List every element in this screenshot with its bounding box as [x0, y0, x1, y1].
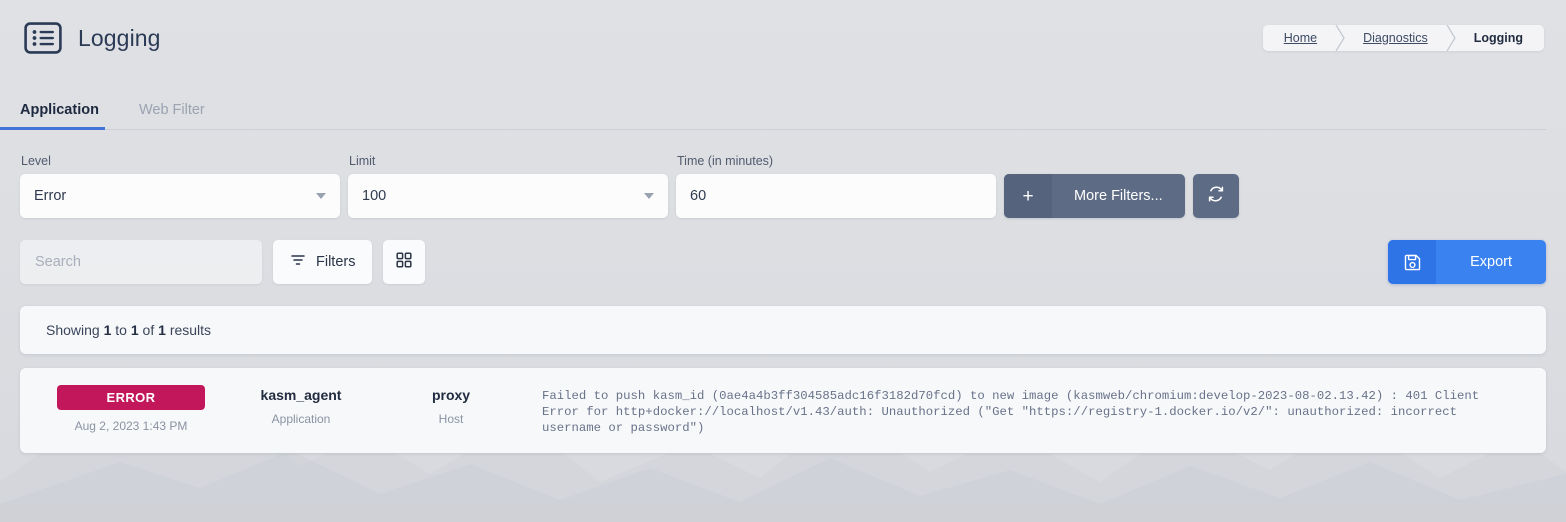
export-button[interactable]: Export [1388, 240, 1546, 284]
results-of: of [142, 322, 155, 338]
refresh-button[interactable] [1192, 174, 1239, 218]
results-mid: to [115, 322, 127, 338]
log-host-label: Host [438, 412, 464, 426]
list-icon [24, 22, 62, 54]
time-value: 60 [690, 188, 707, 204]
log-application-label: Application [271, 412, 331, 426]
results-total: 1 [158, 322, 166, 338]
table-toolbar: Filters Export [0, 218, 1566, 284]
log-application-cell: kasm_agent Application [226, 382, 376, 426]
log-level-cell: ERROR Aug 2, 2023 1:43 PM [36, 382, 226, 433]
breadcrumb-item-diagnostics[interactable]: Diagnostics [1346, 25, 1445, 51]
limit-label: Limit [349, 154, 376, 168]
level-value: Error [34, 188, 67, 204]
log-host-value: proxy [431, 387, 471, 403]
time-label: Time (in minutes) [677, 154, 774, 168]
breadcrumb-item-logging[interactable]: Logging [1457, 25, 1540, 51]
filter-controls: Level Error Limit 100 Time (in minutes) … [0, 130, 1566, 218]
log-application-value: kasm_agent [260, 387, 342, 403]
columns-button[interactable] [383, 240, 426, 284]
tab-application[interactable]: Application [0, 102, 121, 130]
page-header: Logging Home Diagnostics Logging [0, 0, 1566, 76]
limit-value: 100 [362, 188, 387, 204]
level-field: Level Error [20, 154, 340, 218]
chevron-right-icon [1334, 25, 1346, 51]
level-select[interactable]: Error [20, 174, 340, 218]
grid-icon [396, 251, 413, 273]
results-summary: Showing 1 to 1 of 1 results [20, 306, 1546, 354]
results-suffix: results [169, 322, 212, 338]
results-to: 1 [130, 322, 139, 338]
filters-button[interactable]: Filters [273, 240, 373, 284]
level-label: Level [21, 154, 51, 168]
results-prefix: Showing [46, 322, 100, 338]
page-title: Logging [78, 24, 161, 51]
log-message: Failed to push kasm_id (0ae4a4b3ff304585… [542, 389, 1480, 436]
log-host-cell: proxy Host [376, 382, 526, 426]
breadcrumb-item-home[interactable]: Home [1267, 25, 1334, 51]
more-filters-button[interactable]: + More Filters... [1004, 174, 1185, 218]
time-input[interactable]: 60 [676, 174, 996, 218]
results-from: 1 [103, 322, 112, 338]
limit-field: Limit 100 [348, 154, 668, 218]
chevron-down-icon [316, 193, 326, 199]
plus-icon: + [1004, 174, 1052, 218]
search-input[interactable] [20, 240, 262, 284]
export-label: Export [1470, 254, 1512, 270]
limit-select[interactable]: 100 [348, 174, 668, 218]
chevron-right-icon-2 [1445, 25, 1457, 51]
page-root: Logging Home Diagnostics Logging Applica… [0, 0, 1566, 453]
log-timestamp: Aug 2, 2023 1:43 PM [74, 419, 188, 433]
time-field: Time (in minutes) 60 [676, 154, 996, 218]
save-icon [1388, 240, 1437, 284]
status-badge: ERROR [57, 385, 205, 410]
refresh-icon [1207, 185, 1225, 208]
tab-web-filter[interactable]: Web Filter [139, 102, 227, 129]
table-row[interactable]: ERROR Aug 2, 2023 1:43 PM kasm_agent App… [20, 368, 1546, 453]
more-filters-label: More Filters... [1074, 188, 1163, 204]
chevron-down-icon-2 [644, 193, 654, 199]
breadcrumb: Home Diagnostics Logging [1262, 25, 1544, 51]
page-title-group: Logging [24, 22, 161, 54]
funnel-icon [290, 252, 306, 272]
tab-bar: Application Web Filter [0, 76, 1546, 130]
filters-button-label: Filters [316, 254, 356, 270]
